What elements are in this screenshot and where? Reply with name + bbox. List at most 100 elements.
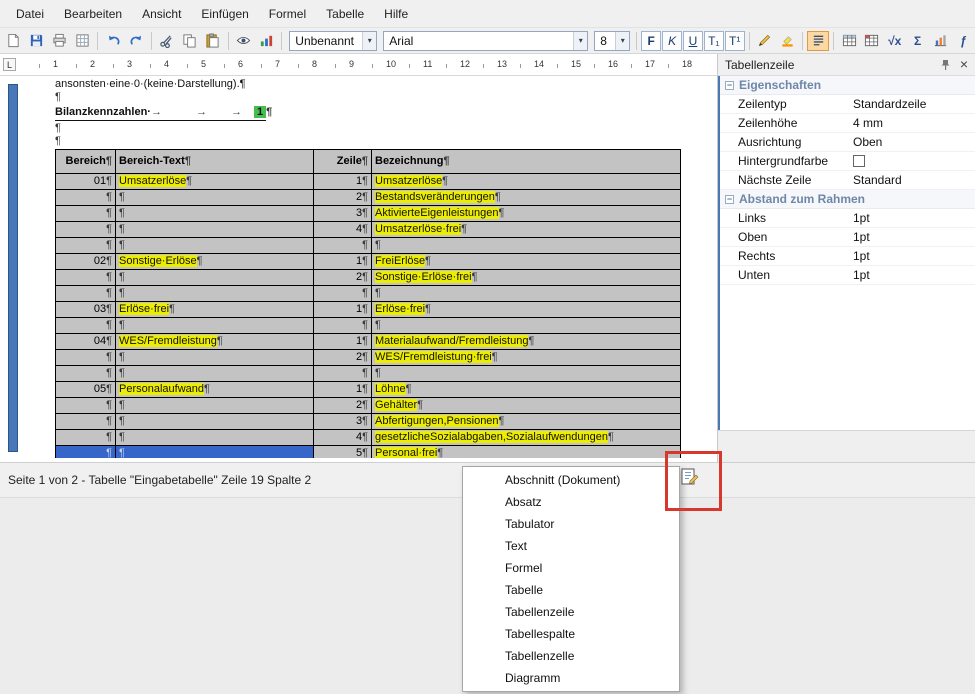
panel-property-row[interactable]: ZeilentypStandardzeile	[720, 95, 975, 114]
context-menu-item[interactable]: Diagramm	[463, 667, 679, 689]
pencil-icon[interactable]	[754, 31, 776, 51]
context-menu-item[interactable]: Tabulator	[463, 513, 679, 535]
table-cell[interactable]: ¶	[372, 366, 681, 382]
close-icon[interactable]: ×	[960, 56, 968, 72]
highlighter-icon[interactable]	[776, 31, 798, 51]
color-swatch[interactable]	[853, 155, 865, 167]
table-cell[interactable]: ¶	[116, 206, 314, 222]
table-cell[interactable]: 3¶	[314, 414, 372, 430]
font-size-combo[interactable]: 8▾	[594, 31, 630, 51]
table-cell[interactable]: 5¶	[314, 446, 372, 459]
table-cell[interactable]: ¶	[116, 190, 314, 206]
property-value[interactable]: Standardzeile	[853, 97, 926, 111]
table-cell[interactable]: ¶	[56, 318, 116, 334]
property-value[interactable]: 1pt	[853, 268, 870, 282]
formatting-marks-toggle[interactable]	[807, 31, 829, 51]
table-cell[interactable]: 05¶	[56, 382, 116, 398]
table-cell[interactable]: ¶	[116, 318, 314, 334]
table-cell[interactable]: ¶	[314, 318, 372, 334]
table-cell[interactable]: 01¶	[56, 174, 116, 190]
cut-icon[interactable]	[156, 31, 178, 51]
table-cell[interactable]: ¶	[116, 398, 314, 414]
table-cell[interactable]: 2¶	[314, 270, 372, 286]
table-cell[interactable]: ¶	[372, 318, 681, 334]
table-cell[interactable]: ¶	[56, 398, 116, 414]
menu-item-formel[interactable]: Formel	[259, 7, 316, 21]
table-cell[interactable]: 1¶	[314, 254, 372, 270]
redo-icon[interactable]	[125, 31, 147, 51]
undo-icon[interactable]	[102, 31, 124, 51]
collapse-icon[interactable]: −	[725, 195, 734, 204]
font-combo[interactable]: Arial▾	[383, 31, 588, 51]
table-cell[interactable]: Bestandsveränderungen¶	[372, 190, 681, 206]
underline-button[interactable]: U	[683, 31, 703, 51]
panel-property-row[interactable]: Hintergrundfarbe	[720, 152, 975, 171]
table-properties-icon[interactable]	[861, 31, 883, 51]
panel-property-row[interactable]: Rechts1pt	[720, 247, 975, 266]
menu-item-tabelle[interactable]: Tabelle	[316, 7, 374, 21]
table-cell[interactable]: 1¶	[314, 382, 372, 398]
pin-icon[interactable]	[940, 59, 951, 74]
save-icon[interactable]	[26, 31, 48, 51]
formula-icon[interactable]: √x	[884, 31, 906, 51]
table-cell[interactable]: 1¶	[314, 174, 372, 190]
table-cell[interactable]: ¶	[314, 238, 372, 254]
chart-icon[interactable]	[929, 31, 951, 51]
table-cell[interactable]: ¶	[314, 286, 372, 302]
collapse-icon[interactable]: −	[725, 81, 734, 90]
empty-paragraph-mark[interactable]: ¶	[55, 122, 700, 135]
table-cell[interactable]: 4¶	[314, 222, 372, 238]
panel-property-row[interactable]: Unten1pt	[720, 266, 975, 285]
script-icon[interactable]: ƒ	[952, 31, 974, 51]
property-value[interactable]: 1pt	[853, 211, 870, 225]
side-panel-title-bar[interactable]: Tabellenzeile ×	[718, 54, 975, 76]
italic-button[interactable]: K	[662, 31, 682, 51]
table-cell[interactable]: Gehälter¶	[372, 398, 681, 414]
table-cell[interactable]: ¶	[116, 350, 314, 366]
table-cell[interactable]: Umsatzerlöse¶	[372, 174, 681, 190]
table-cell[interactable]: 3¶	[314, 206, 372, 222]
table-cell[interactable]: ¶	[372, 286, 681, 302]
insert-table-icon[interactable]	[838, 31, 860, 51]
table-cell[interactable]: Sonstige·Erlöse¶	[116, 254, 314, 270]
table-cell[interactable]: ¶	[314, 366, 372, 382]
table-cell[interactable]: Löhne¶	[372, 382, 681, 398]
document-viewport[interactable]: ansonsten·eine·0·(keine·Darstellung).¶ ¶…	[0, 76, 717, 458]
context-menu-item[interactable]: Tabellenzelle	[463, 645, 679, 667]
superscript-button[interactable]: T¹	[725, 31, 745, 51]
table-cell[interactable]: ¶	[116, 414, 314, 430]
table-cell[interactable]: AktivierteEigenleistungen¶	[372, 206, 681, 222]
table-cell[interactable]: ¶	[116, 270, 314, 286]
table-cell[interactable]: ¶	[372, 238, 681, 254]
property-value[interactable]: Standard	[853, 173, 902, 187]
table-cell[interactable]: ¶	[116, 286, 314, 302]
table-cell[interactable]: ¶	[56, 270, 116, 286]
chevron-down-icon[interactable]: ▾	[362, 32, 376, 50]
table-cell[interactable]: FreiErlöse¶	[372, 254, 681, 270]
panel-property-row[interactable]: Links1pt	[720, 209, 975, 228]
property-value[interactable]: 4 mm	[853, 116, 883, 130]
table-cell[interactable]: Abfertigungen,Pensionen¶	[372, 414, 681, 430]
new-document-icon[interactable]	[3, 31, 25, 51]
table-cell[interactable]: Umsatzerlöse·frei¶	[372, 222, 681, 238]
panel-property-row[interactable]: Nächste ZeileStandard	[720, 171, 975, 190]
table-cell[interactable]: Personal·frei¶	[372, 446, 681, 459]
table-cell[interactable]: 2¶	[314, 190, 372, 206]
menu-item-hilfe[interactable]: Hilfe	[374, 7, 418, 21]
sum-icon[interactable]: Σ	[907, 31, 929, 51]
table-cell[interactable]: Sonstige·Erlöse·frei¶	[372, 270, 681, 286]
chevron-down-icon[interactable]: ▾	[573, 32, 587, 50]
empty-paragraph-mark[interactable]: ¶	[55, 135, 700, 148]
table-cell[interactable]: Umsatzerlöse¶	[116, 174, 314, 190]
property-value[interactable]: Oben	[853, 135, 882, 149]
chevron-down-icon[interactable]: ▾	[615, 32, 629, 50]
menu-item-einfügen[interactable]: Einfügen	[191, 7, 258, 21]
subscript-button[interactable]: T₁	[704, 31, 724, 51]
paste-icon[interactable]	[202, 31, 224, 51]
menu-item-bearbeiten[interactable]: Bearbeiten	[54, 7, 132, 21]
style-combo[interactable]: Unbenannt▾	[289, 31, 377, 51]
context-menu-item[interactable]: Formel	[463, 557, 679, 579]
table-cell[interactable]: 2¶	[314, 350, 372, 366]
table-cell[interactable]: ¶	[56, 446, 116, 459]
table-cell[interactable]: ¶	[56, 286, 116, 302]
